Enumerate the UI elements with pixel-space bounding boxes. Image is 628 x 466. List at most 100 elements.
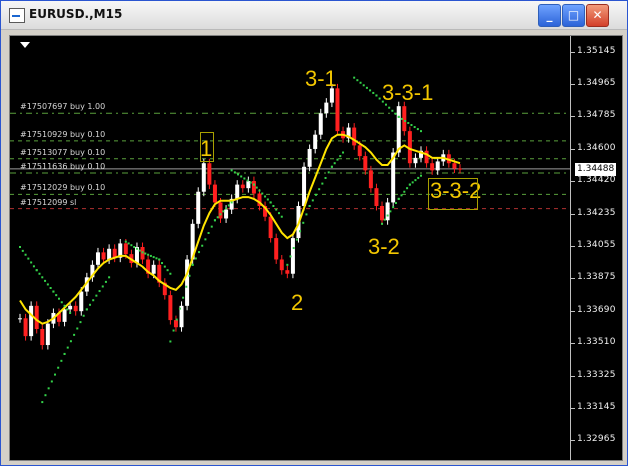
order-label-2: #17513077 buy 0.10: [20, 147, 106, 157]
candle-body: [368, 170, 373, 189]
sar-dot: [204, 238, 207, 241]
price-tick-label: 1.32965: [577, 434, 616, 445]
price-tick-mark: [571, 343, 575, 345]
sar-dot: [321, 182, 324, 185]
candle-body: [40, 329, 45, 346]
candle-body: [235, 184, 240, 199]
sar-dot: [219, 213, 222, 216]
sar-dot: [188, 274, 191, 277]
sar-dot: [305, 213, 308, 216]
price-tick-mark: [571, 181, 575, 183]
candle-body: [324, 102, 329, 114]
sar-dot: [82, 314, 85, 317]
sar-dot: [207, 231, 210, 234]
sar-dot: [133, 246, 136, 248]
candle-body: [107, 248, 112, 260]
sar-dot: [420, 130, 423, 133]
minimize-button[interactable]: _: [538, 4, 561, 27]
sar-dot: [216, 216, 219, 219]
sar-dot: [32, 265, 35, 268]
candle-body: [302, 166, 307, 206]
sar-dot: [375, 94, 378, 97]
sar-dot: [342, 151, 345, 154]
price-tick-mark: [571, 408, 575, 410]
sar-dot: [353, 76, 356, 79]
sar-dot: [227, 204, 230, 207]
price-tick-mark: [571, 83, 575, 85]
sar-dot: [277, 212, 280, 215]
price-tick-mark: [571, 51, 575, 53]
sar-dot: [369, 89, 372, 92]
candle-body: [23, 318, 28, 337]
candle-body: [424, 150, 429, 164]
sar-dot: [378, 97, 381, 100]
price-tick-mark: [571, 440, 575, 442]
chart-area[interactable]: #17507697 buy 1.00 #17510929 buy 0.10 #175…: [9, 35, 623, 461]
price-tick-label: 1.33875: [577, 272, 616, 283]
candle-body: [212, 184, 217, 203]
title-bar[interactable]: EURUSD.,M15 _ □ ✕: [1, 1, 627, 30]
sar-dot: [324, 176, 327, 179]
sar-dot: [161, 262, 164, 265]
sar-dot: [286, 263, 289, 266]
order-label-5: #17512099 sl: [20, 197, 77, 207]
sar-dot: [46, 283, 49, 286]
candle-body: [285, 270, 290, 274]
candle-body: [18, 318, 22, 320]
sar-dot: [411, 181, 414, 184]
price-tick-mark: [571, 376, 575, 378]
sar-dot: [397, 197, 400, 200]
close-button[interactable]: ✕: [586, 4, 609, 27]
price-tick-label: 1.33690: [577, 305, 616, 316]
sar-dot: [233, 171, 236, 174]
sar-dot: [108, 276, 111, 279]
sar-dot: [403, 190, 406, 193]
sar-dot: [44, 279, 47, 282]
sar-dot: [185, 285, 188, 288]
label-box-1: [428, 178, 478, 210]
sar-dot: [386, 214, 389, 217]
sar-dot: [89, 303, 92, 306]
sar-dot: [24, 253, 27, 256]
chart-window-icon: [9, 8, 25, 23]
sar-dot: [249, 181, 252, 184]
price-tick-label: 1.33145: [577, 402, 616, 413]
sar-dot: [210, 225, 213, 228]
sar-dot: [60, 359, 63, 362]
plot-area[interactable]: #17507697 buy 1.00 #17510929 buy 0.10 #175…: [10, 36, 570, 460]
sar-dot: [79, 321, 82, 324]
sar-dot: [269, 201, 272, 204]
price-chart[interactable]: [10, 36, 570, 460]
sar-dot: [359, 81, 362, 84]
sar-dot: [66, 308, 69, 311]
sar-dot: [213, 219, 216, 222]
candle-body: [374, 188, 379, 206]
sar-dot: [66, 346, 69, 349]
wave-label-3-1: 3-1: [305, 66, 337, 91]
sar-dot: [21, 249, 24, 252]
sar-dot: [417, 176, 420, 179]
sar-dot: [230, 201, 233, 204]
sar-dot: [69, 311, 72, 314]
sar-dot: [311, 199, 314, 202]
sar-dot: [155, 257, 158, 260]
maximize-button[interactable]: □: [562, 4, 585, 27]
sar-dot: [182, 296, 185, 299]
candle-body: [396, 106, 401, 153]
sar-dot: [169, 340, 172, 343]
sar-dot: [47, 387, 50, 390]
sar-dot: [292, 247, 295, 250]
sar-dot: [144, 252, 147, 255]
chart-shift-arrow-icon[interactable]: [20, 42, 30, 48]
sar-dot: [69, 340, 72, 343]
sar-dot: [339, 155, 342, 158]
sar-dot: [27, 257, 30, 260]
sar-dot: [44, 394, 47, 397]
wave-label-2: 2: [291, 290, 304, 315]
price-tick-label: 1.34785: [577, 109, 616, 120]
sar-dot: [275, 208, 278, 211]
sar-dot: [416, 128, 419, 131]
candle-body: [95, 252, 100, 265]
wave-label-3-3-1: 3-3-1: [382, 80, 434, 105]
candle-body: [279, 259, 284, 271]
